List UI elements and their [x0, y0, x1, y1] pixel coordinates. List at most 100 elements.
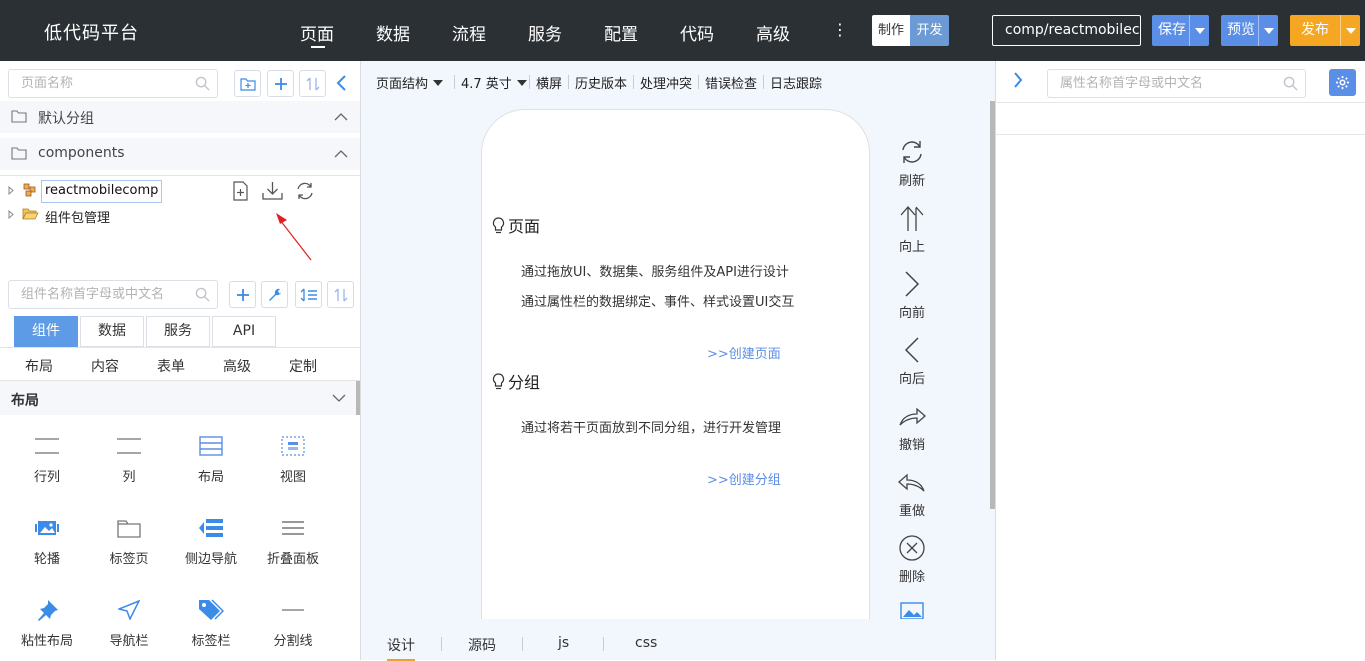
- folder-icon: [11, 110, 27, 123]
- tab-js[interactable]: js: [558, 635, 569, 651]
- error-check-button[interactable]: 错误检查: [697, 73, 757, 92]
- widget-column[interactable]: 列: [94, 432, 164, 485]
- nav-active-indicator: [311, 46, 325, 48]
- new-folder-button[interactable]: [234, 70, 261, 97]
- move-back-tool[interactable]: 向后: [894, 333, 930, 387]
- save-button[interactable]: 保存: [1152, 15, 1209, 46]
- mode-make-button[interactable]: 制作: [872, 15, 910, 46]
- sort-button[interactable]: [327, 281, 354, 308]
- settings-button[interactable]: [1329, 69, 1356, 96]
- nav-page[interactable]: 页面: [300, 20, 334, 45]
- phone-preview[interactable]: 页面 通过拖放UI、数据集、服务组件及API进行设计 通过属性栏的数据绑定、事件…: [481, 109, 870, 629]
- sort-button[interactable]: [299, 70, 326, 97]
- collapse-left-icon[interactable]: [335, 74, 347, 92]
- caret-down-icon: [516, 80, 527, 86]
- page-structure-dropdown[interactable]: 页面结构: [376, 73, 444, 92]
- chevron-up-icon[interactable]: [334, 149, 348, 158]
- search-icon[interactable]: [195, 287, 210, 302]
- settings-wrench-button[interactable]: [261, 281, 288, 308]
- widget-tabs[interactable]: 标签页: [94, 514, 164, 567]
- conflict-button[interactable]: 处理冲突: [632, 73, 692, 92]
- nav-flow[interactable]: 流程: [452, 20, 486, 45]
- component-search-input[interactable]: 组件名称首字母或中文名: [8, 280, 218, 309]
- widget-carousel[interactable]: 轮播: [12, 514, 82, 567]
- delete-icon: [894, 531, 930, 565]
- category-header[interactable]: 布局: [0, 381, 360, 415]
- list-sort-button[interactable]: [295, 281, 322, 308]
- chevron-down-icon[interactable]: [332, 394, 346, 403]
- widget-sticky[interactable]: 粘性布局: [12, 596, 82, 649]
- tree-expand-icon[interactable]: [8, 210, 14, 219]
- group-default[interactable]: 默认分组: [0, 101, 360, 133]
- publish-button[interactable]: 发布: [1290, 15, 1360, 46]
- tab-design[interactable]: 设计: [387, 635, 415, 661]
- expand-right-icon[interactable]: [1013, 72, 1023, 88]
- image-icon[interactable]: [900, 602, 924, 620]
- undo-tool[interactable]: 撤销: [894, 399, 930, 453]
- mode-toggle[interactable]: 制作 开发: [872, 15, 949, 46]
- refresh-icon: [894, 135, 930, 169]
- nav-data[interactable]: 数据: [376, 20, 410, 45]
- property-search-input[interactable]: 属性名称首字母或中文名: [1047, 69, 1306, 98]
- history-button[interactable]: 历史版本: [567, 73, 627, 92]
- nav-advanced[interactable]: 高级: [756, 20, 790, 45]
- tree-item-reactmobilecomp[interactable]: reactmobilecomp: [41, 180, 163, 203]
- search-icon[interactable]: [1283, 76, 1298, 91]
- nav-more-icon[interactable]: ⋮: [832, 20, 848, 39]
- widget-layout[interactable]: 布局: [176, 432, 246, 485]
- save-dropdown-icon[interactable]: [1189, 15, 1209, 46]
- refresh-icon[interactable]: [295, 181, 315, 201]
- widget-collapse[interactable]: 折叠面板: [258, 514, 328, 567]
- device-size-dropdown[interactable]: 4.7 英寸: [454, 73, 527, 92]
- move-up-tool[interactable]: 向上: [894, 201, 930, 255]
- tree-item-package-manager[interactable]: 组件包管理: [45, 207, 110, 226]
- group-components[interactable]: components: [0, 138, 360, 170]
- widget-divider[interactable]: 分割线: [258, 596, 328, 649]
- project-select[interactable]: comp/reactmobilec: [992, 15, 1141, 46]
- delete-tool[interactable]: 删除: [894, 531, 930, 585]
- create-group-link[interactable]: >>创建分组: [707, 469, 781, 488]
- subtab-custom[interactable]: 定制: [289, 356, 317, 376]
- redo-tool[interactable]: 重做: [894, 465, 930, 519]
- landscape-button[interactable]: 横屏: [528, 73, 562, 92]
- left-scrollbar[interactable]: [356, 381, 360, 415]
- nav-config[interactable]: 配置: [604, 20, 638, 45]
- subtab-content[interactable]: 内容: [91, 356, 119, 376]
- tab-services[interactable]: 服务: [146, 316, 210, 347]
- add-file-icon[interactable]: [232, 181, 249, 201]
- nav-service[interactable]: 服务: [528, 20, 562, 45]
- preview-dropdown-icon[interactable]: [1258, 15, 1278, 46]
- widget-tagbar[interactable]: 标签栏: [176, 596, 246, 649]
- add-component-button[interactable]: [229, 281, 256, 308]
- widget-row-col[interactable]: 行列: [12, 432, 82, 485]
- subtab-form[interactable]: 表单: [157, 356, 185, 376]
- download-icon[interactable]: [262, 181, 283, 201]
- mode-dev-button[interactable]: 开发: [910, 15, 949, 46]
- chevron-up-icon[interactable]: [334, 112, 348, 121]
- widget-label: 标签栏: [191, 634, 231, 649]
- page-search-input[interactable]: 页面名称: [8, 69, 218, 98]
- pin-icon: [12, 596, 82, 624]
- preview-button[interactable]: 预览: [1221, 15, 1278, 46]
- search-icon[interactable]: [195, 76, 210, 91]
- nav-code[interactable]: 代码: [680, 20, 714, 45]
- create-page-link[interactable]: >>创建页面: [707, 343, 781, 362]
- move-back-label: 向后: [898, 372, 925, 387]
- publish-dropdown-icon[interactable]: [1340, 15, 1360, 46]
- tab-api[interactable]: API: [212, 316, 276, 347]
- tab-source[interactable]: 源码: [468, 635, 496, 655]
- log-trace-button[interactable]: 日志跟踪: [762, 73, 822, 92]
- move-forward-tool[interactable]: 向前: [894, 267, 930, 321]
- widget-view[interactable]: 视图: [258, 432, 328, 485]
- tree-expand-icon[interactable]: [8, 186, 14, 195]
- tab-data[interactable]: 数据: [80, 316, 144, 347]
- subtab-advanced[interactable]: 高级: [223, 356, 251, 376]
- widget-navbar[interactable]: 导航栏: [94, 596, 164, 649]
- move-up-label: 向上: [898, 240, 925, 255]
- widget-side-nav[interactable]: 侧边导航: [176, 514, 246, 567]
- add-page-button[interactable]: [267, 70, 294, 97]
- subtab-layout[interactable]: 布局: [25, 356, 53, 376]
- refresh-tool[interactable]: 刷新: [894, 135, 930, 189]
- tab-css[interactable]: css: [635, 635, 657, 651]
- tab-components[interactable]: 组件: [14, 316, 78, 347]
